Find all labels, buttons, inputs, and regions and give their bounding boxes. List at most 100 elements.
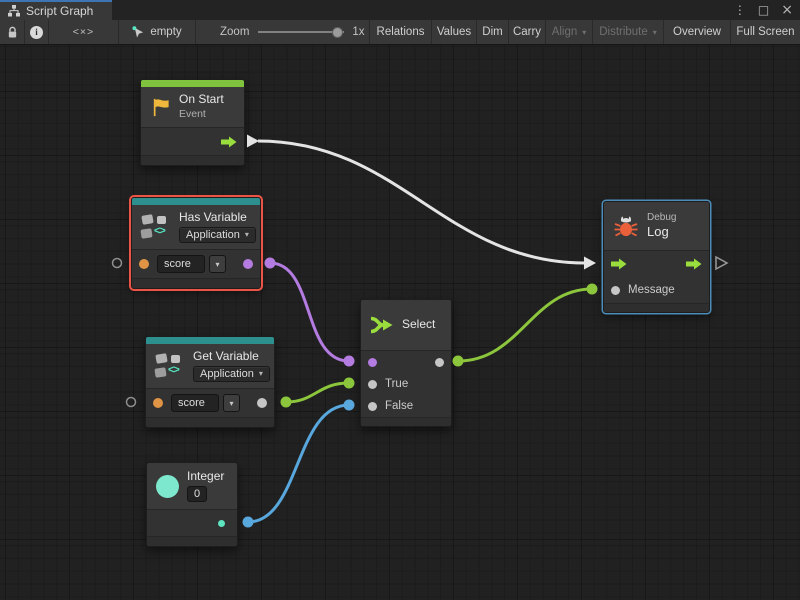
node-color-cap: [141, 80, 244, 87]
true-port-label: True: [385, 378, 408, 390]
overview-button[interactable]: Overview: [664, 20, 731, 44]
zoom-value: 1x: [352, 26, 364, 38]
node-title: Get Variable: [193, 350, 270, 364]
variable-name-input[interactable]: score: [157, 255, 205, 273]
window-maximize-icon[interactable]: □: [758, 4, 769, 16]
lock-icon: [7, 26, 18, 39]
chevron-down-icon: ▾: [245, 230, 249, 239]
window-controls: ⋮ □ ×: [734, 0, 793, 20]
value-port-row: score ▾: [132, 250, 260, 278]
node-header: <> Has Variable Application ▾: [132, 205, 260, 249]
flag-icon: [150, 97, 171, 118]
chevron-down-icon: ▾: [582, 28, 586, 37]
chevron-down-icon: ▾: [229, 399, 233, 408]
selector-port-row: [361, 351, 451, 373]
true-port-row: True: [361, 373, 451, 395]
integer-literal-icon: [156, 475, 179, 498]
value-port-row: [147, 510, 237, 536]
window-close-icon[interactable]: ×: [781, 3, 793, 17]
node-header: Select: [361, 300, 451, 350]
fullscreen-button[interactable]: Full Screen: [731, 20, 800, 44]
message-port-label: Message: [628, 284, 675, 296]
zoom-label: Zoom: [220, 26, 249, 38]
false-port-label: False: [385, 400, 413, 412]
node-header: Debug Log: [604, 202, 709, 250]
variable-scope-dropdown[interactable]: Application ▾: [193, 366, 270, 382]
graph-pointer-icon: [132, 26, 145, 39]
inspect-button[interactable]: i: [25, 20, 49, 44]
node-subtitle: Event: [179, 109, 224, 121]
false-port-row: False: [361, 395, 451, 417]
tab-label: Script Graph: [26, 4, 93, 18]
carry-button[interactable]: Carry: [509, 20, 546, 44]
variable-name-field: score ▾: [171, 394, 240, 412]
code-view-button[interactable]: <×>: [49, 20, 119, 44]
info-icon: i: [30, 26, 43, 39]
control-output-port[interactable]: [686, 258, 702, 270]
node-header: <> Get Variable Application ▾: [146, 344, 274, 388]
result-output-port[interactable]: [435, 358, 444, 367]
condition-input-port[interactable]: [368, 358, 377, 367]
control-port-row: [604, 251, 709, 277]
value-port-row: score ▾: [146, 389, 274, 417]
graph-pointer-label: empty: [150, 26, 181, 38]
node-select[interactable]: Select True False: [360, 299, 452, 427]
node-debug-log[interactable]: Debug Log Message: [603, 201, 710, 313]
control-output-port[interactable]: [221, 136, 237, 148]
node-title: On Start: [179, 93, 224, 107]
node-color-cap: [132, 198, 260, 205]
node-title: Log: [647, 225, 676, 240]
message-port-row: Message: [604, 277, 709, 303]
align-dropdown-button[interactable]: Align ▾: [546, 20, 593, 44]
chevron-down-icon: ▾: [215, 260, 219, 269]
variable-name-dropdown-button[interactable]: ▾: [223, 394, 240, 412]
graph-hierarchy-icon: [8, 5, 20, 17]
variables-icon: <>: [141, 215, 171, 240]
variable-name-input[interactable]: score: [171, 394, 219, 412]
window-menu-icon[interactable]: ⋮: [734, 4, 746, 16]
variable-name-dropdown-button[interactable]: ▾: [209, 255, 226, 273]
values-button[interactable]: Values: [432, 20, 477, 44]
tab-bar: Script Graph ⋮ □ ×: [0, 0, 800, 20]
variable-name-field: score ▾: [157, 255, 226, 273]
graph-toolbar: i <×> empty Zoom 1x Relations Values Dim…: [0, 20, 800, 45]
false-input-port[interactable]: [368, 402, 377, 411]
boolean-output-port[interactable]: [243, 259, 253, 269]
integer-value-input[interactable]: 0: [187, 486, 207, 502]
chevron-down-icon: ▾: [653, 28, 657, 37]
node-color-cap: [146, 337, 274, 344]
message-input-port[interactable]: [611, 286, 620, 295]
chevron-down-icon: ▾: [259, 369, 263, 378]
node-get-variable[interactable]: <> Get Variable Application ▾ score ▾: [145, 336, 275, 428]
variable-scope-dropdown[interactable]: Application ▾: [179, 227, 256, 243]
node-title: Integer: [187, 470, 224, 484]
node-title: Has Variable: [179, 211, 256, 225]
node-on-start[interactable]: On Start Event: [140, 79, 245, 166]
code-brackets-icon: <×>: [73, 26, 94, 38]
node-header: Integer 0: [147, 463, 237, 509]
node-header: On Start Event: [141, 87, 244, 127]
true-input-port[interactable]: [368, 380, 377, 389]
variable-name-input-port[interactable]: [153, 398, 163, 408]
control-input-port[interactable]: [611, 258, 627, 270]
zoom-slider[interactable]: [258, 31, 344, 33]
dim-button[interactable]: Dim: [477, 20, 509, 44]
debug-bug-icon: [613, 214, 639, 238]
tab-script-graph[interactable]: Script Graph: [0, 0, 112, 20]
node-category: Debug: [647, 212, 676, 223]
node-integer[interactable]: Integer 0: [146, 462, 238, 547]
relations-button[interactable]: Relations: [370, 20, 432, 44]
control-port-row: [141, 128, 244, 155]
zoom-control: Zoom 1x: [196, 20, 370, 44]
select-merge-icon: [370, 315, 394, 335]
node-has-variable[interactable]: <> Has Variable Application ▾ score ▾: [131, 197, 261, 289]
distribute-dropdown-button[interactable]: Distribute ▾: [593, 20, 664, 44]
value-output-port[interactable]: [257, 398, 267, 408]
variables-icon: <>: [155, 354, 185, 379]
integer-output-port[interactable]: [218, 520, 225, 527]
zoom-slider-handle[interactable]: [332, 27, 343, 38]
graph-pointer-breadcrumb[interactable]: empty: [119, 20, 196, 44]
variable-name-input-port[interactable]: [139, 259, 149, 269]
node-title: Select: [402, 318, 435, 332]
lock-button[interactable]: [0, 20, 25, 44]
